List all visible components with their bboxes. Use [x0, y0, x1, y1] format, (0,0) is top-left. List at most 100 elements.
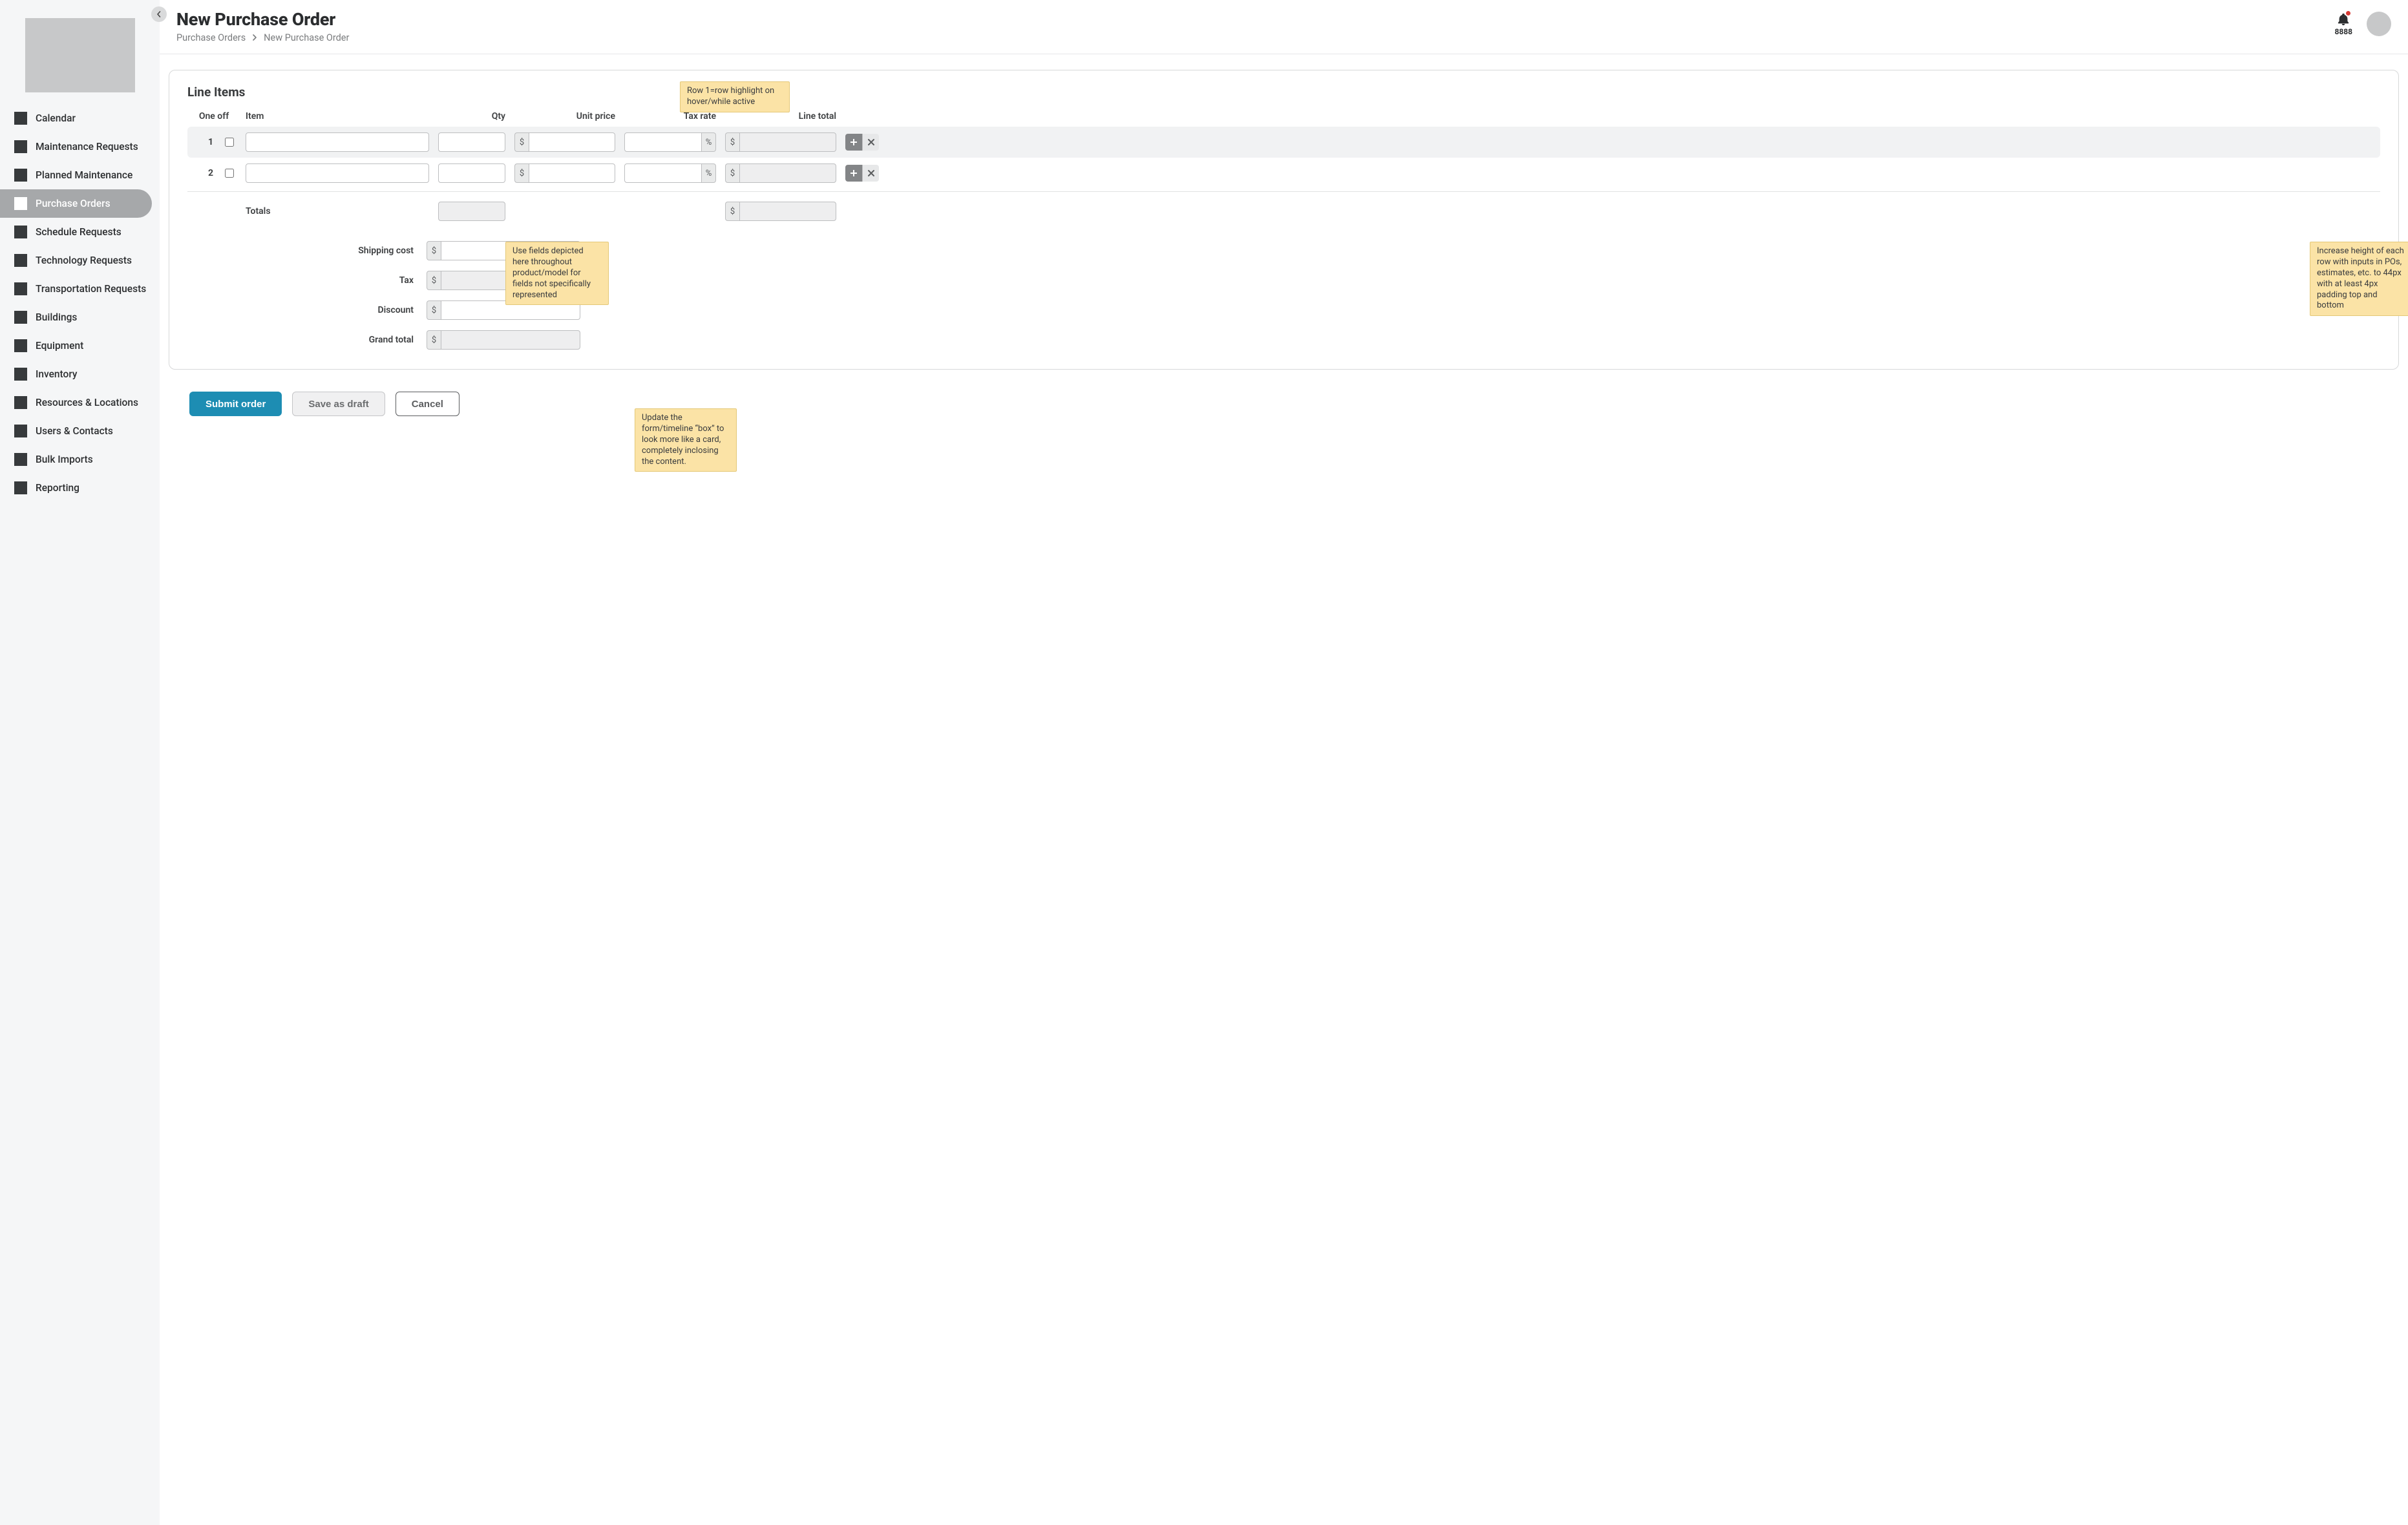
line-item-row: 2 $ % $ — [187, 158, 2380, 189]
totals-qty — [438, 202, 505, 221]
tax-rate-input[interactable] — [624, 163, 702, 183]
sidebar-item-label: Transportation Requests — [36, 283, 146, 295]
qty-input[interactable] — [438, 163, 505, 183]
one-off-checkbox[interactable] — [225, 169, 234, 178]
nav-item-icon — [14, 112, 27, 125]
remove-row-button[interactable] — [862, 165, 879, 182]
remove-row-button[interactable] — [862, 134, 879, 151]
sidebar-item-label: Maintenance Requests — [36, 141, 138, 153]
add-row-button[interactable] — [845, 165, 862, 182]
sidebar-item-label: Buildings — [36, 311, 77, 324]
item-input[interactable] — [246, 163, 429, 183]
nav-item-icon — [14, 140, 27, 153]
line-items-divider — [187, 191, 2380, 192]
sidebar-collapse-button[interactable] — [151, 6, 167, 22]
submit-order-button[interactable]: Submit order — [189, 392, 282, 416]
dollar-icon: $ — [725, 202, 739, 221]
nav-item-icon — [14, 282, 27, 295]
sidebar: Calendar Maintenance Requests Planned Main… — [0, 0, 160, 1525]
one-off-checkbox[interactable] — [225, 138, 234, 147]
grand-total-input — [441, 330, 580, 350]
col-line-total: Line total — [725, 111, 836, 121]
sidebar-nav: Calendar Maintenance Requests Planned Main… — [0, 104, 160, 502]
breadcrumb-current: New Purchase Order — [264, 32, 349, 43]
dollar-icon: $ — [427, 330, 441, 350]
sidebar-item-inventory[interactable]: Inventory — [0, 360, 160, 388]
line-items-title: Line Items — [187, 85, 2380, 100]
percent-icon: % — [702, 132, 716, 152]
shipping-cost-label: Shipping cost — [317, 246, 414, 256]
sidebar-item-label: Planned Maintenance — [36, 169, 132, 182]
annotation-note: Use fields depicted here throughout prod… — [505, 242, 609, 305]
percent-icon: % — [702, 163, 716, 183]
avatar[interactable] — [2367, 12, 2391, 36]
nav-item-icon — [14, 197, 27, 210]
nav-item-icon — [14, 254, 27, 267]
dollar-icon: $ — [514, 132, 529, 152]
col-item: Item — [246, 111, 429, 121]
sidebar-item-label: Purchase Orders — [36, 198, 111, 210]
totals-line-total — [739, 202, 836, 221]
unit-price-input[interactable] — [529, 163, 615, 183]
totals-label: Totals — [246, 206, 429, 216]
chevron-left-icon — [156, 9, 162, 20]
nav-item-icon — [14, 169, 27, 182]
sidebar-item-maintenance-requests[interactable]: Maintenance Requests — [0, 132, 160, 161]
sidebar-item-transportation-requests[interactable]: Transportation Requests — [0, 275, 160, 303]
notifications-count: 8888 — [2334, 27, 2352, 36]
annotation-note: Update the form/timeline “box” to look m… — [635, 408, 737, 472]
dollar-icon: $ — [427, 300, 441, 320]
discount-label: Discount — [317, 305, 414, 315]
sidebar-item-reporting[interactable]: Reporting — [0, 474, 160, 502]
qty-input[interactable] — [438, 132, 505, 152]
notifications-button[interactable]: 8888 — [2334, 12, 2352, 36]
sidebar-item-label: Resources & Locations — [36, 397, 138, 409]
nav-item-icon — [14, 396, 27, 409]
breadcrumb: Purchase Orders New Purchase Order — [176, 32, 2321, 43]
item-input[interactable] — [246, 132, 429, 152]
sidebar-item-technology-requests[interactable]: Technology Requests — [0, 246, 160, 275]
cancel-button[interactable]: Cancel — [396, 392, 459, 416]
save-draft-button[interactable]: Save as draft — [292, 392, 385, 416]
sidebar-item-equipment[interactable]: Equipment — [0, 331, 160, 360]
line-total-output — [739, 132, 836, 152]
col-unit-price: Unit price — [514, 111, 615, 121]
annotation-note: Increase height of each row with inputs … — [2310, 242, 2408, 316]
page-title: New Purchase Order — [176, 9, 2321, 30]
sidebar-item-bulk-imports[interactable]: Bulk Imports — [0, 445, 160, 474]
nav-item-icon — [14, 226, 27, 238]
sidebar-item-schedule-requests[interactable]: Schedule Requests — [0, 218, 160, 246]
annotation-note: Row 1=row highlight on hover/while activ… — [680, 81, 790, 112]
grand-total-label: Grand total — [317, 335, 414, 345]
breadcrumb-root[interactable]: Purchase Orders — [176, 32, 246, 43]
dollar-icon: $ — [725, 132, 739, 152]
notification-dot-icon — [2346, 11, 2350, 16]
bell-icon — [2336, 12, 2350, 26]
row-index: 2 — [191, 168, 213, 178]
col-tax-rate: Tax rate — [624, 111, 716, 121]
dollar-icon: $ — [725, 163, 739, 183]
sidebar-item-buildings[interactable]: Buildings — [0, 303, 160, 331]
line-total-output — [739, 163, 836, 183]
sidebar-item-users-contacts[interactable]: Users & Contacts — [0, 417, 160, 445]
line-items-card: Line Items One off Item Qty Unit price T… — [169, 70, 2399, 370]
sidebar-item-purchase-orders[interactable]: Purchase Orders — [0, 189, 152, 218]
sidebar-item-planned-maintenance[interactable]: Planned Maintenance — [0, 161, 160, 189]
sidebar-item-label: Users & Contacts — [36, 425, 113, 437]
sidebar-item-label: Technology Requests — [36, 255, 132, 267]
col-qty: Qty — [438, 111, 505, 121]
sidebar-item-resources-locations[interactable]: Resources & Locations — [0, 388, 160, 417]
nav-item-icon — [14, 339, 27, 352]
nav-item-icon — [14, 481, 27, 494]
tax-label: Tax — [317, 275, 414, 286]
tax-rate-input[interactable] — [624, 132, 702, 152]
sidebar-item-label: Inventory — [36, 368, 78, 381]
row-index: 1 — [191, 137, 213, 147]
sidebar-item-label: Reporting — [36, 482, 79, 494]
add-row-button[interactable] — [845, 134, 862, 151]
unit-price-input[interactable] — [529, 132, 615, 152]
brand-logo-placeholder — [25, 18, 135, 92]
line-item-row: 1 $ % $ — [187, 127, 2380, 158]
sidebar-item-calendar[interactable]: Calendar — [0, 104, 160, 132]
dollar-icon: $ — [427, 241, 441, 260]
